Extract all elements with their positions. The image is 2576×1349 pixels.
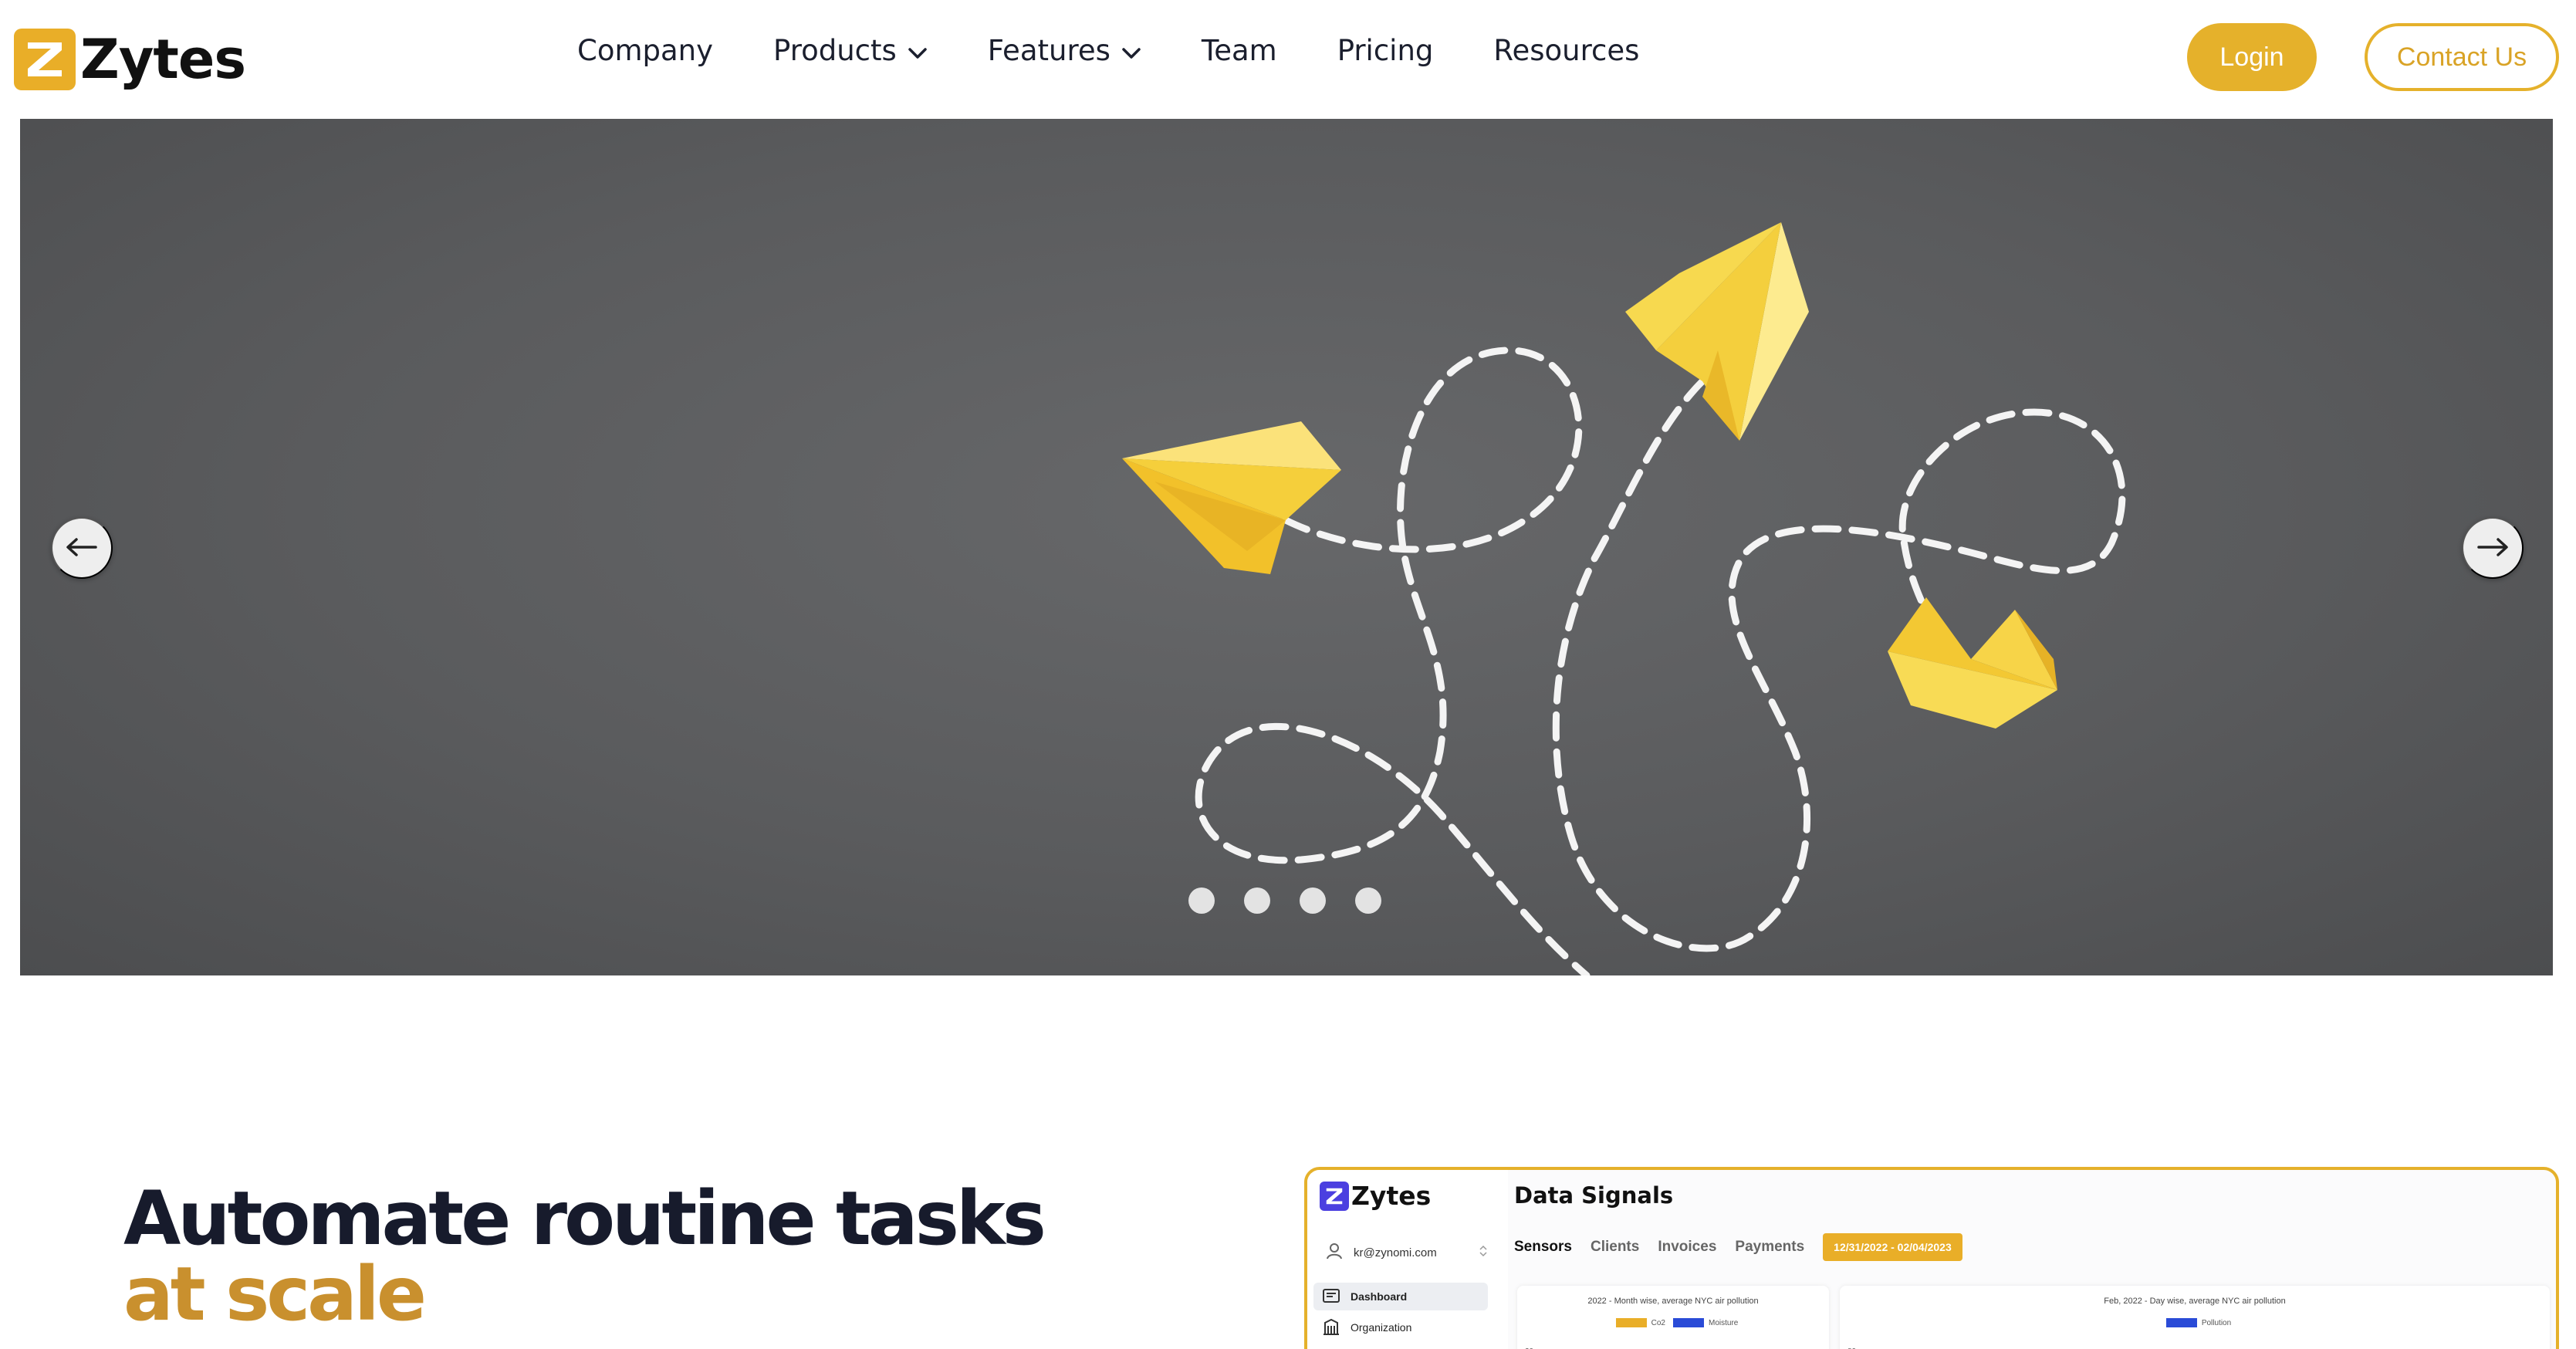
preview-menu-dashboard-label: Dashboard <box>1351 1290 1408 1303</box>
chevron-down-icon <box>1121 34 1141 67</box>
preview-tab-clients[interactable]: Clients <box>1591 1239 1639 1256</box>
preview-tab-sensors[interactable]: Sensors <box>1514 1239 1572 1256</box>
preview-page-title: Data Signals <box>1514 1182 1674 1209</box>
plane-left <box>1122 421 1341 574</box>
preview-logo-text: Zytes <box>1351 1181 1432 1211</box>
nav-company[interactable]: Company <box>577 34 713 67</box>
site-header: Zytes Company Products Features Team Pri… <box>0 0 2576 119</box>
preview-chart-card-1: 2022 - Month wise, average NYC air pollu… <box>1517 1286 1829 1349</box>
preview-chart-1-title: 2022 - Month wise, average NYC air pollu… <box>1587 1297 1759 1306</box>
user-icon <box>1326 1242 1343 1263</box>
chevron-down-icon <box>908 34 928 67</box>
legend-swatch-pollution <box>2165 1318 2197 1327</box>
paper-planes-illustration <box>1122 222 2126 975</box>
preview-tab-invoices[interactable]: Invoices <box>1658 1239 1716 1256</box>
preview-main: Data Signals Sensors Clients Invoices Pa… <box>1508 1170 2556 1349</box>
preview-chart-2-title: Feb, 2022 - Day wise, average NYC air po… <box>2104 1297 2286 1306</box>
logo-z-icon <box>14 29 76 90</box>
arrow-right-icon <box>2476 537 2510 560</box>
preview-user-email: kr@zynomi.com <box>1354 1246 1437 1259</box>
legend-swatch-co2 <box>1615 1318 1647 1327</box>
preview-date-range-picker[interactable]: 12/31/2022 - 02/04/2023 <box>1823 1233 1962 1261</box>
nav-team-label: Team <box>1201 34 1277 67</box>
hero-carousel <box>20 119 2553 975</box>
carousel-prev-button[interactable] <box>51 517 113 579</box>
legend-label-moisture: Moisture <box>1709 1318 1739 1327</box>
building-icon <box>1323 1318 1340 1337</box>
preview-chart-card-2: Feb, 2022 - Day wise, average NYC air po… <box>1840 1286 2550 1349</box>
carousel-dot-1[interactable] <box>1188 888 1215 914</box>
preview-tabs: Sensors Clients Invoices Payments 12/31/… <box>1514 1233 1962 1261</box>
nav-company-label: Company <box>577 34 714 67</box>
carousel-next-button[interactable] <box>2462 517 2524 579</box>
dashboard-icon <box>1323 1288 1340 1305</box>
page-headline: Automate routine tasks at scale <box>123 1175 1046 1337</box>
preview-menu-organization[interactable]: Organization <box>1313 1314 1488 1341</box>
preview-sidebar: Zytes kr@zynomi.com Dashboard Organizati… <box>1307 1170 1508 1349</box>
legend-swatch-moisture <box>1673 1318 1704 1327</box>
dashboard-preview: Zytes kr@zynomi.com Dashboard Organizati… <box>1304 1167 2559 1349</box>
headline-line-1: Automate routine tasks <box>123 1175 1046 1262</box>
site-logo[interactable]: Zytes <box>14 28 246 91</box>
plane-right <box>1888 597 2057 729</box>
carousel-dots <box>1188 888 1411 914</box>
login-button[interactable]: Login <box>2187 23 2317 91</box>
arrow-left-icon <box>65 537 99 560</box>
nav-products[interactable]: Products <box>773 34 928 67</box>
preview-menu-dashboard[interactable]: Dashboard <box>1313 1283 1488 1310</box>
preview-logo-z-icon <box>1320 1181 1349 1211</box>
legend-label-pollution: Pollution <box>2201 1318 2232 1327</box>
nav-resources[interactable]: Resources <box>1493 34 1639 67</box>
preview-tab-payments[interactable]: Payments <box>1735 1239 1804 1256</box>
preview-user-switcher[interactable]: kr@zynomi.com <box>1326 1242 1488 1263</box>
nav-features-label: Features <box>987 34 1111 67</box>
plane-top <box>1625 222 1809 441</box>
nav-features[interactable]: Features <box>988 34 1141 67</box>
nav-pricing[interactable]: Pricing <box>1337 34 1434 67</box>
preview-menu-organization-label: Organization <box>1351 1321 1412 1334</box>
logo-text: Zytes <box>80 28 246 91</box>
headline-line-2: at scale <box>123 1251 427 1337</box>
main-nav: Company Products Features Team Pricing R… <box>577 34 1699 67</box>
legend-label-co2: Co2 <box>1651 1318 1665 1327</box>
carousel-dot-2[interactable] <box>1244 888 1270 914</box>
nav-products-label: Products <box>773 34 897 67</box>
carousel-dot-4[interactable] <box>1355 888 1381 914</box>
contact-us-button[interactable]: Contact Us <box>2365 23 2559 91</box>
preview-logo: Zytes <box>1320 1181 1431 1211</box>
nav-pricing-label: Pricing <box>1337 34 1434 67</box>
carousel-dot-3[interactable] <box>1300 888 1326 914</box>
chevron-updown-icon <box>1479 1245 1488 1260</box>
nav-resources-label: Resources <box>1493 34 1640 67</box>
preview-chart-2-legend: Pollution <box>1840 1318 2550 1327</box>
preview-chart-1-legend: Co2 Moisture <box>1517 1318 1829 1327</box>
nav-team[interactable]: Team <box>1202 34 1277 67</box>
